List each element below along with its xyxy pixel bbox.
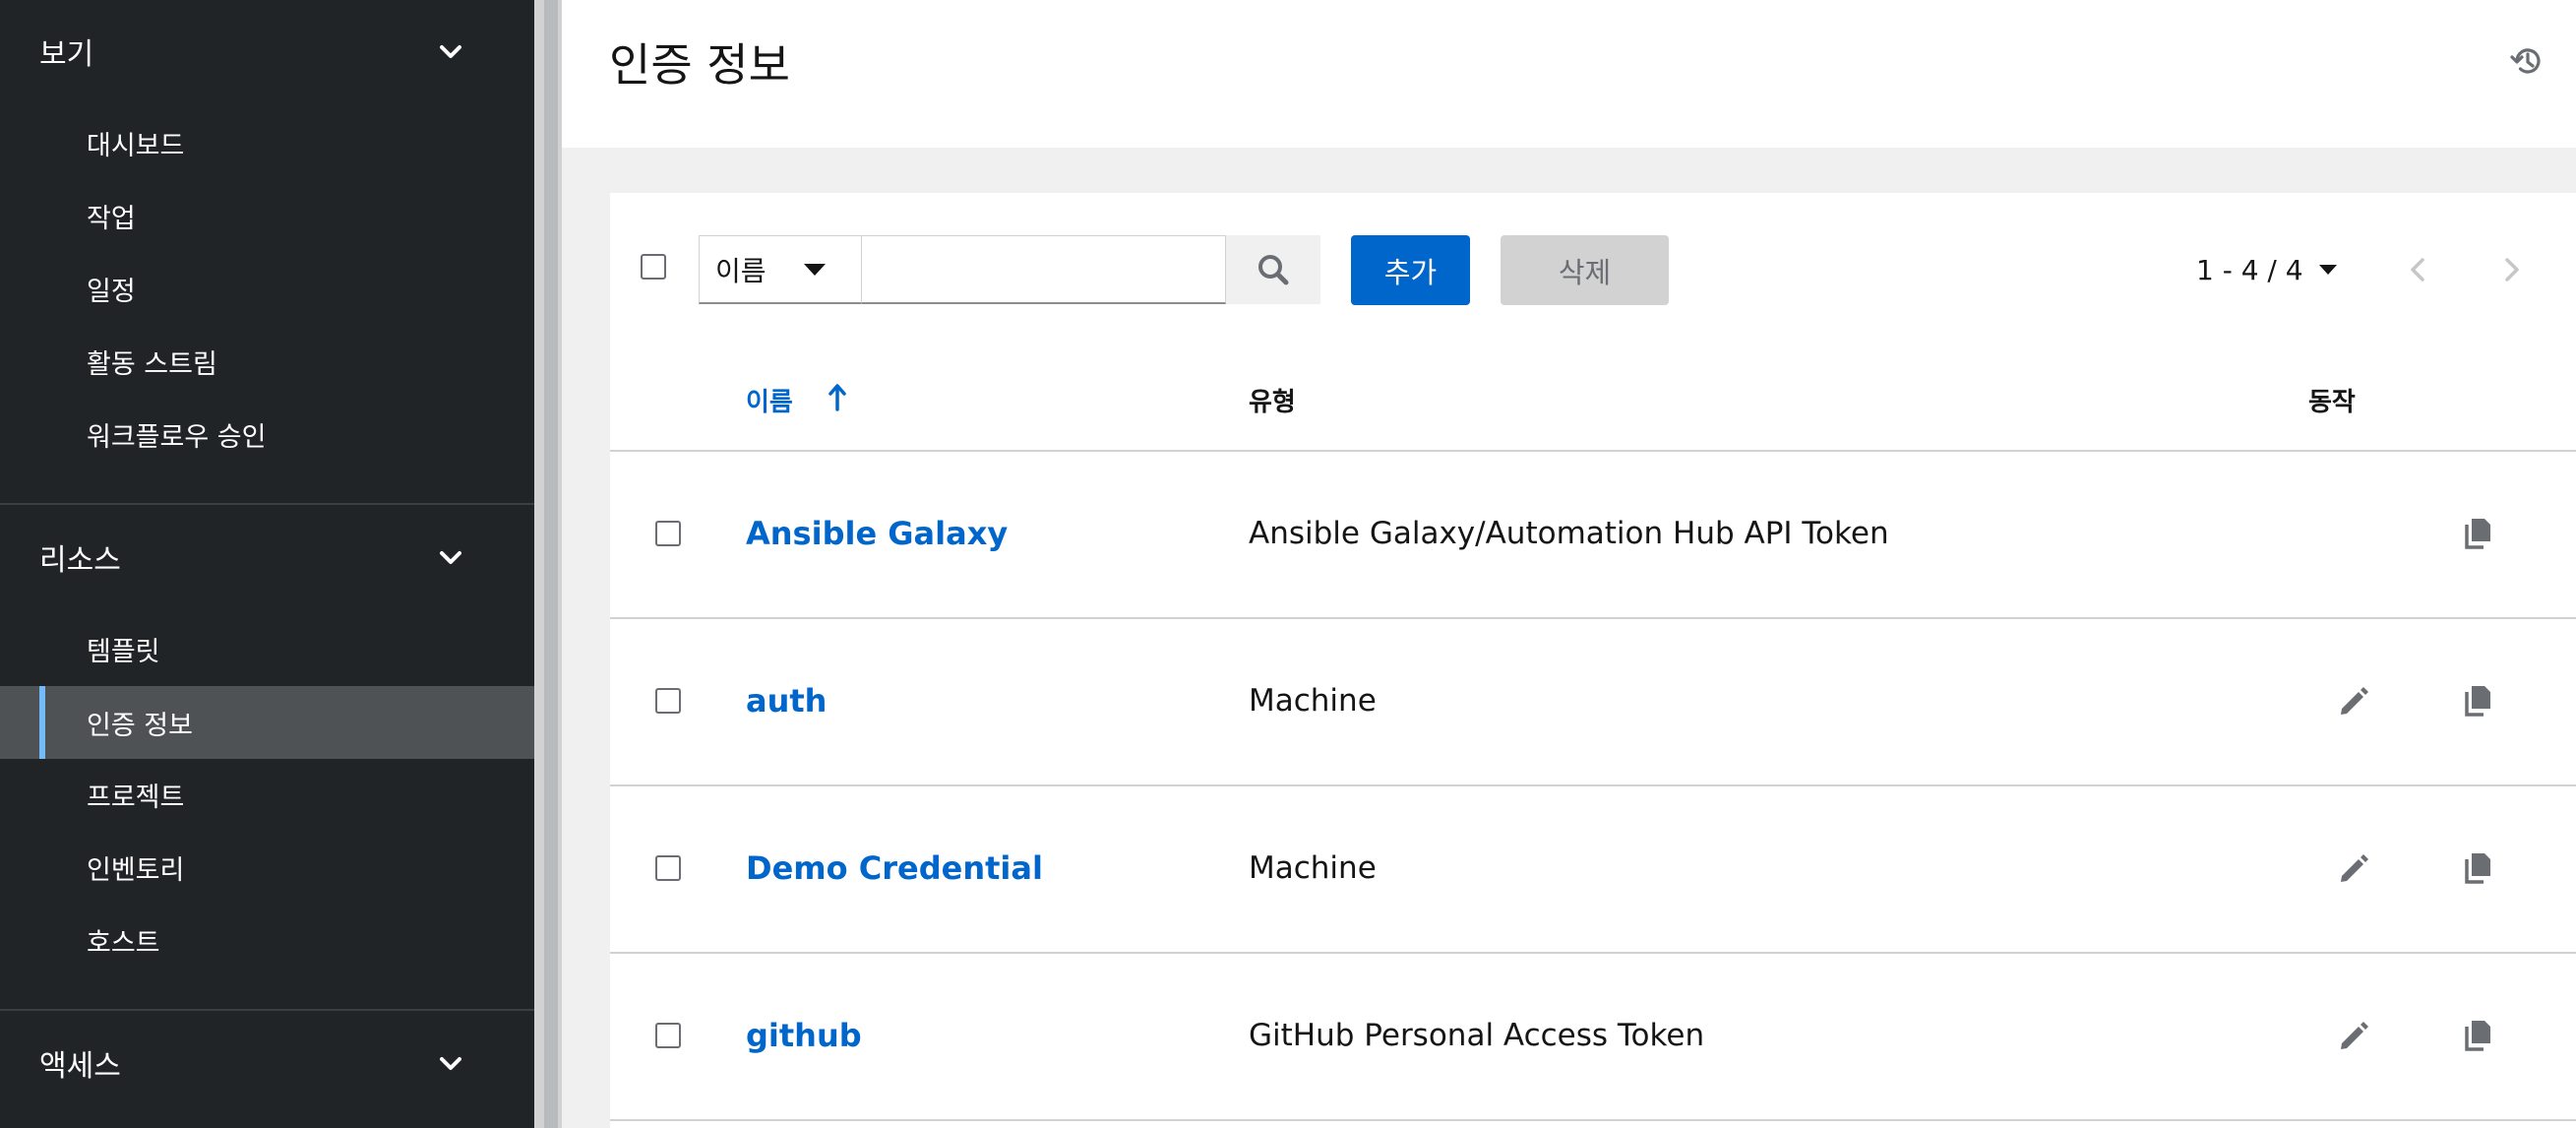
search-icon [1258, 255, 1289, 285]
nav-item-templates[interactable]: 템플릿 [0, 612, 534, 685]
credential-name-link[interactable]: auth [746, 682, 827, 720]
copy-icon[interactable] [2460, 848, 2499, 888]
copy-icon[interactable] [2460, 514, 2499, 553]
pagination-count: 1 - 4 / 4 [2196, 253, 2303, 286]
sidebar-scrollbar-thumb[interactable] [544, 0, 558, 1128]
column-header-type: 유형 [1249, 388, 1296, 417]
row-checkbox[interactable] [655, 688, 681, 714]
credential-name-link[interactable]: github [746, 1017, 862, 1054]
nav-item-label: 일정 [87, 276, 136, 307]
nav-item-label: 호스트 [87, 927, 160, 959]
pagination-toggle[interactable]: 1 - 4 / 4 [2196, 250, 2337, 289]
copy-icon[interactable] [2460, 681, 2499, 721]
nav-group-label: 리소스 [39, 543, 121, 578]
nav-divider [0, 1009, 534, 1011]
table-row: github GitHub Personal Access Token [610, 954, 2576, 1121]
nav-group-resources[interactable]: 리소스 [0, 523, 534, 592]
row-checkbox[interactable] [655, 1023, 681, 1048]
page-title: 인증 정보 [609, 38, 790, 92]
select-all-checkbox[interactable] [641, 254, 666, 280]
nav-item-label: 템플릿 [87, 636, 160, 667]
caret-down-icon [2318, 265, 2337, 275]
sort-ascending-icon[interactable] [827, 382, 848, 411]
chevron-down-icon [440, 45, 461, 58]
chevron-right-icon[interactable] [2493, 250, 2529, 289]
search-input[interactable] [862, 235, 1226, 304]
nav-item-workflow-approvals[interactable]: 워크플로우 승인 [0, 398, 534, 470]
column-header-name[interactable]: 이름 [746, 382, 793, 418]
nav-item-activity-stream[interactable]: 활동 스트림 [0, 325, 534, 398]
nav-item-inventories[interactable]: 인벤토리 [0, 831, 534, 904]
delete-button[interactable]: 삭제 [1501, 235, 1669, 305]
nav-item-label: 대시보드 [87, 130, 185, 161]
search-button[interactable] [1226, 235, 1320, 304]
nav-item-label: 작업 [87, 203, 136, 234]
chevron-down-icon [440, 1057, 461, 1070]
credential-type: Machine [1249, 850, 1377, 886]
credential-name-link[interactable]: Ansible Galaxy [746, 515, 1008, 552]
history-icon[interactable] [2509, 43, 2545, 79]
table-row: Ansible Galaxy Ansible Galaxy/Automation… [610, 452, 2576, 619]
pencil-icon[interactable] [2335, 1016, 2374, 1055]
column-header-actions: 동작 [2308, 388, 2356, 417]
nav-item-hosts[interactable]: 호스트 [0, 904, 534, 976]
caret-down-icon [804, 264, 826, 276]
filter-attribute-label: 이름 [715, 254, 767, 287]
nav-item-label: 인벤토리 [87, 854, 185, 886]
row-checkbox[interactable] [655, 855, 681, 881]
nav-group-view[interactable]: 보기 [0, 17, 534, 86]
nav-group-label: 액세스 [39, 1049, 121, 1084]
nav-item-dashboard[interactable]: 대시보드 [0, 106, 534, 179]
credential-type: Ansible Galaxy/Automation Hub API Token [1249, 516, 1889, 551]
nav-item-label: 워크플로우 승인 [87, 421, 267, 453]
nav-item-projects[interactable]: 프로젝트 [0, 758, 534, 831]
table-row: Demo Credential Machine [610, 786, 2576, 954]
nav-item-jobs[interactable]: 작업 [0, 179, 534, 252]
credential-type: Machine [1249, 683, 1377, 719]
add-button[interactable]: 추가 [1351, 235, 1470, 305]
row-checkbox[interactable] [655, 521, 681, 546]
nav-item-label: 인증 정보 [87, 710, 193, 741]
nav-item-label: 활동 스트림 [87, 348, 217, 380]
nav-item-label: 프로젝트 [87, 782, 185, 813]
nav-divider [0, 503, 534, 505]
page-header: 인증 정보 [562, 0, 2576, 148]
pencil-icon[interactable] [2335, 681, 2374, 721]
table-row: auth Machine [610, 619, 2576, 786]
nav-group-label: 보기 [39, 37, 94, 72]
chevron-down-icon [440, 551, 461, 564]
chevron-left-icon[interactable] [2401, 250, 2436, 289]
nav-item-schedules[interactable]: 일정 [0, 252, 534, 325]
credential-name-link[interactable]: Demo Credential [746, 849, 1043, 887]
pencil-icon[interactable] [2335, 848, 2374, 888]
nav-group-access[interactable]: 액세스 [0, 1029, 534, 1097]
sidebar: 보기 대시보드 작업 일정 활동 스트림 워크플로우 승인 리소스 템플릿 인증… [0, 0, 534, 1128]
filter-attribute-select[interactable]: 이름 [699, 235, 862, 304]
nav-item-credentials[interactable]: 인증 정보 [0, 686, 534, 759]
copy-icon[interactable] [2460, 1016, 2499, 1055]
credential-type: GitHub Personal Access Token [1249, 1018, 1705, 1053]
